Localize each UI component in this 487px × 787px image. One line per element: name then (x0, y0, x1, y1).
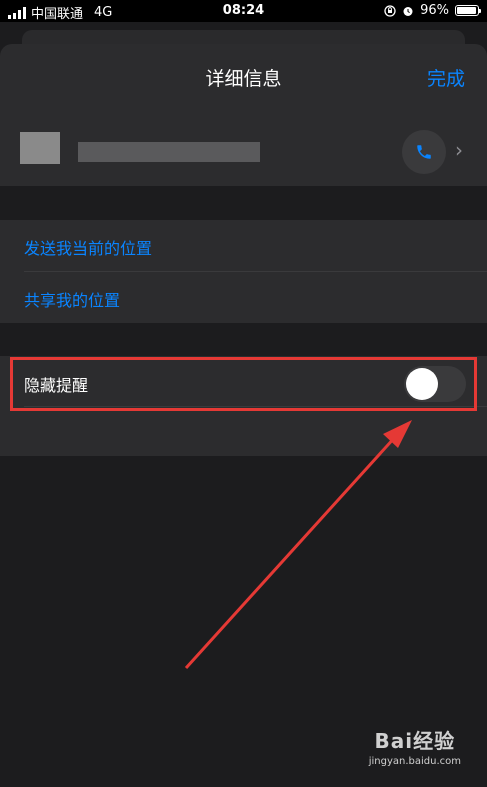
battery-icon (455, 5, 481, 16)
blurred-contact-name (20, 132, 60, 164)
highlight-box (10, 357, 477, 411)
contact-row[interactable]: › (0, 110, 487, 186)
call-button[interactable] (402, 130, 446, 174)
done-button[interactable]: 完成 (427, 64, 465, 91)
network-type: 4G (94, 5, 113, 20)
watermark-logo: Bai经验 (374, 729, 456, 753)
location-section: 发送我当前的位置 共享我的位置 (0, 220, 487, 323)
details-sheet: 详细信息 完成 › 发送我当前的位置 共享我的位置 隐藏提醒 (0, 44, 487, 787)
navigation-bar: 详细信息 完成 (0, 44, 487, 111)
signal-strength-icon (8, 6, 26, 19)
alarm-icon (403, 6, 413, 16)
share-location-link[interactable]: 共享我的位置 (24, 287, 120, 311)
phone-icon (417, 145, 431, 159)
send-current-location-link[interactable]: 发送我当前的位置 (24, 235, 152, 259)
carrier-name: 中国联通 (31, 7, 84, 22)
blurred-contact-number (78, 142, 260, 162)
battery-percent: 96% (420, 3, 449, 18)
orientation-lock-icon (384, 4, 396, 17)
watermark-url: jingyan.baidu.com (368, 756, 461, 767)
watermark: Bai经验 jingyan.baidu.com (369, 725, 461, 767)
chevron-right-icon: › (455, 138, 463, 162)
status-bar: 中国联通 4G 08:24 96% (0, 0, 487, 22)
divider (24, 271, 487, 272)
page-title: 详细信息 (205, 68, 282, 90)
